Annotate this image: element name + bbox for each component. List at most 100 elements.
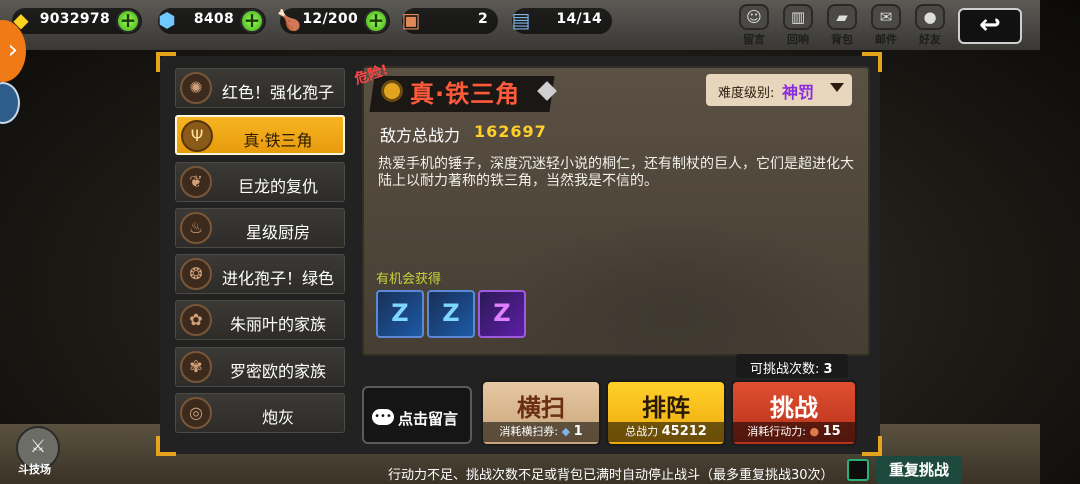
- card-value: 14/14: [556, 11, 602, 27]
- sweep-cost-label: 消耗横扫券:: [499, 425, 559, 438]
- boss-artwork: [484, 218, 864, 354]
- stage-item-label: 炮灰: [261, 408, 294, 427]
- attempts-value: 3: [823, 362, 833, 377]
- stage-item-juliet-family[interactable]: ✿ 朱丽叶的家族: [175, 300, 345, 340]
- diamond-value: 8408: [193, 11, 234, 27]
- chevron-down-icon: [830, 83, 844, 92]
- blue-card-icon: ▤: [511, 8, 531, 32]
- stage-item-romeo-family[interactable]: ✾ 罗密欧的家族: [175, 347, 345, 387]
- purple-rune-icon: Z: [493, 299, 511, 327]
- stage-item-label: 星级厨房: [245, 223, 310, 242]
- challenge-cost-value: 15: [822, 424, 841, 439]
- stage-item-label: 真·铁三角: [243, 131, 313, 150]
- history-icon: ▥: [783, 4, 813, 30]
- friends-icon: ●: [915, 4, 945, 30]
- auto-stop-notice: 行动力不足、挑战次数不足或背包已满时自动停止战斗（最多重复挑战30次）: [388, 468, 834, 483]
- gold-value: 9032978: [39, 11, 110, 27]
- repeat-challenge-checkbox[interactable]: [847, 459, 869, 481]
- mail-icon: ✉: [871, 4, 901, 30]
- gold-counter: ◆ 9032978 +: [12, 8, 142, 34]
- panel-corner: [156, 52, 176, 72]
- leave-message-button[interactable]: ••• 点击留言: [362, 386, 472, 444]
- ticket-value: 2: [477, 11, 488, 27]
- lineup-power: 总战力 45212: [608, 422, 724, 442]
- reward-purple-rune[interactable]: Z: [478, 290, 526, 338]
- menu-bag[interactable]: ▰ 背包: [822, 4, 862, 46]
- reward-blue-rune-2[interactable]: Z: [427, 290, 475, 338]
- stage-item-iron-triangle[interactable]: Ψ 真·铁三角: [175, 115, 345, 155]
- challenge-cost-label: 消耗行动力:: [747, 425, 806, 438]
- add-gold-button[interactable]: +: [116, 9, 140, 33]
- blue-rune-icon: Z: [442, 299, 460, 327]
- card-counter: ▤ 14/14: [512, 8, 612, 34]
- bag-icon: ▰: [827, 4, 857, 30]
- sweep-button[interactable]: 横扫 消耗横扫券: ◆ 1: [481, 380, 601, 446]
- back-button[interactable]: ↩: [958, 8, 1022, 44]
- lineup-button[interactable]: 排阵 总战力 45212: [606, 380, 726, 446]
- leave-message-label: 点击留言: [398, 410, 459, 428]
- stamina-drumstick-icon: 🍗: [276, 8, 302, 32]
- panel-corner: [862, 436, 882, 456]
- menu-mentor[interactable]: ☺ 留言: [734, 4, 774, 46]
- add-stamina-button[interactable]: +: [364, 9, 388, 33]
- menu-history-label: 回响: [787, 33, 809, 46]
- diamond-counter: ⬢ 8408 +: [158, 8, 266, 34]
- menu-history[interactable]: ▥ 回响: [778, 4, 818, 46]
- currency-bar: ◆ 9032978 + ⬢ 8408 + 🍗 12/200 + ▣ 2 ▤ 14…: [0, 0, 730, 42]
- attempts-label: 可挑战次数:: [750, 362, 820, 377]
- reward-blue-rune-1[interactable]: Z: [376, 290, 424, 338]
- mentor-icon: ☺: [739, 4, 769, 30]
- menu-mentor-label: 留言: [743, 33, 765, 46]
- stage-title: 真·铁三角: [410, 80, 521, 108]
- menu-friends[interactable]: ● 好友: [910, 4, 950, 46]
- stage-item-label: 红色！强化孢子: [221, 83, 334, 102]
- menu-mail-label: 邮件: [875, 33, 897, 46]
- lineup-label: 排阵: [642, 394, 690, 422]
- spore-icon: ✺: [180, 72, 212, 104]
- menu-mail[interactable]: ✉ 邮件: [866, 4, 906, 46]
- menu-friends-label: 好友: [919, 33, 941, 46]
- stage-item-star-kitchen[interactable]: ♨ 星级厨房: [175, 208, 345, 248]
- difficulty-value: 神罚: [782, 83, 815, 102]
- arena-label: 斗技场: [18, 463, 51, 476]
- lineup-power-label: 总战力: [625, 425, 659, 438]
- dragon-icon: ❦: [180, 166, 212, 198]
- stage-item-red-spore[interactable]: ✺ 红色！强化孢子: [175, 68, 345, 108]
- juliet-icon: ✿: [180, 304, 212, 336]
- stamina-drumstick-icon: ●: [809, 425, 820, 438]
- stage-item-cannon-fodder[interactable]: ◎ 炮灰: [175, 393, 345, 433]
- romeo-icon: ✾: [180, 351, 212, 383]
- lineup-power-value: 45212: [661, 424, 707, 439]
- difficulty-label: 难度级别:: [718, 86, 775, 101]
- trident-icon: Ψ: [181, 120, 213, 152]
- sweep-ticket-icon: ◆: [561, 425, 571, 438]
- add-diamond-button[interactable]: +: [240, 9, 264, 33]
- difficulty-dropdown[interactable]: 难度级别: 神罚: [706, 74, 852, 106]
- menu-bag-label: 背包: [831, 33, 853, 46]
- attempts-counter: 可挑战次数: 3: [736, 354, 848, 378]
- chat-bubble-icon: •••: [372, 409, 394, 425]
- enemy-power-value: 162697: [474, 122, 547, 141]
- stage-item-label: 进化孢子！绿色: [221, 269, 334, 288]
- ticket-counter: ▣ 2: [402, 8, 498, 34]
- stage-item-label: 朱丽叶的家族: [229, 315, 326, 334]
- panel-corner: [156, 436, 176, 456]
- stamina-value: 12/200: [302, 11, 358, 27]
- stage-item-dragon-revenge[interactable]: ❦ 巨龙的复仇: [175, 162, 345, 202]
- diamond-icon: ⬢: [158, 8, 176, 32]
- ticket-card-icon: ▣: [401, 8, 421, 32]
- sweep-cost-value: 1: [573, 424, 583, 439]
- challenge-label: 挑战: [770, 394, 818, 422]
- stage-gear-icon: [381, 80, 403, 102]
- challenge-button[interactable]: 挑战 消耗行动力: ● 15: [731, 380, 857, 446]
- evolve-spore-icon: ❂: [180, 258, 212, 290]
- stage-description: 热爱手机的锤子，深度沉迷轻小说的桐仁，还有制杖的巨人，它们是超进化大陆上以耐力著…: [378, 156, 854, 189]
- sweep-label: 横扫: [517, 394, 565, 422]
- drop-chance-label: 有机会获得: [376, 272, 442, 287]
- enemy-power-label: 敌方总战力: [380, 126, 461, 145]
- repeat-challenge-label[interactable]: 重复挑战: [876, 456, 962, 484]
- kitchen-icon: ♨: [180, 212, 212, 244]
- stage-item-evolve-spore[interactable]: ❂ 进化孢子！绿色: [175, 254, 345, 294]
- blue-rune-icon: Z: [391, 299, 409, 327]
- stage-item-label: 罗密欧的家族: [229, 362, 326, 381]
